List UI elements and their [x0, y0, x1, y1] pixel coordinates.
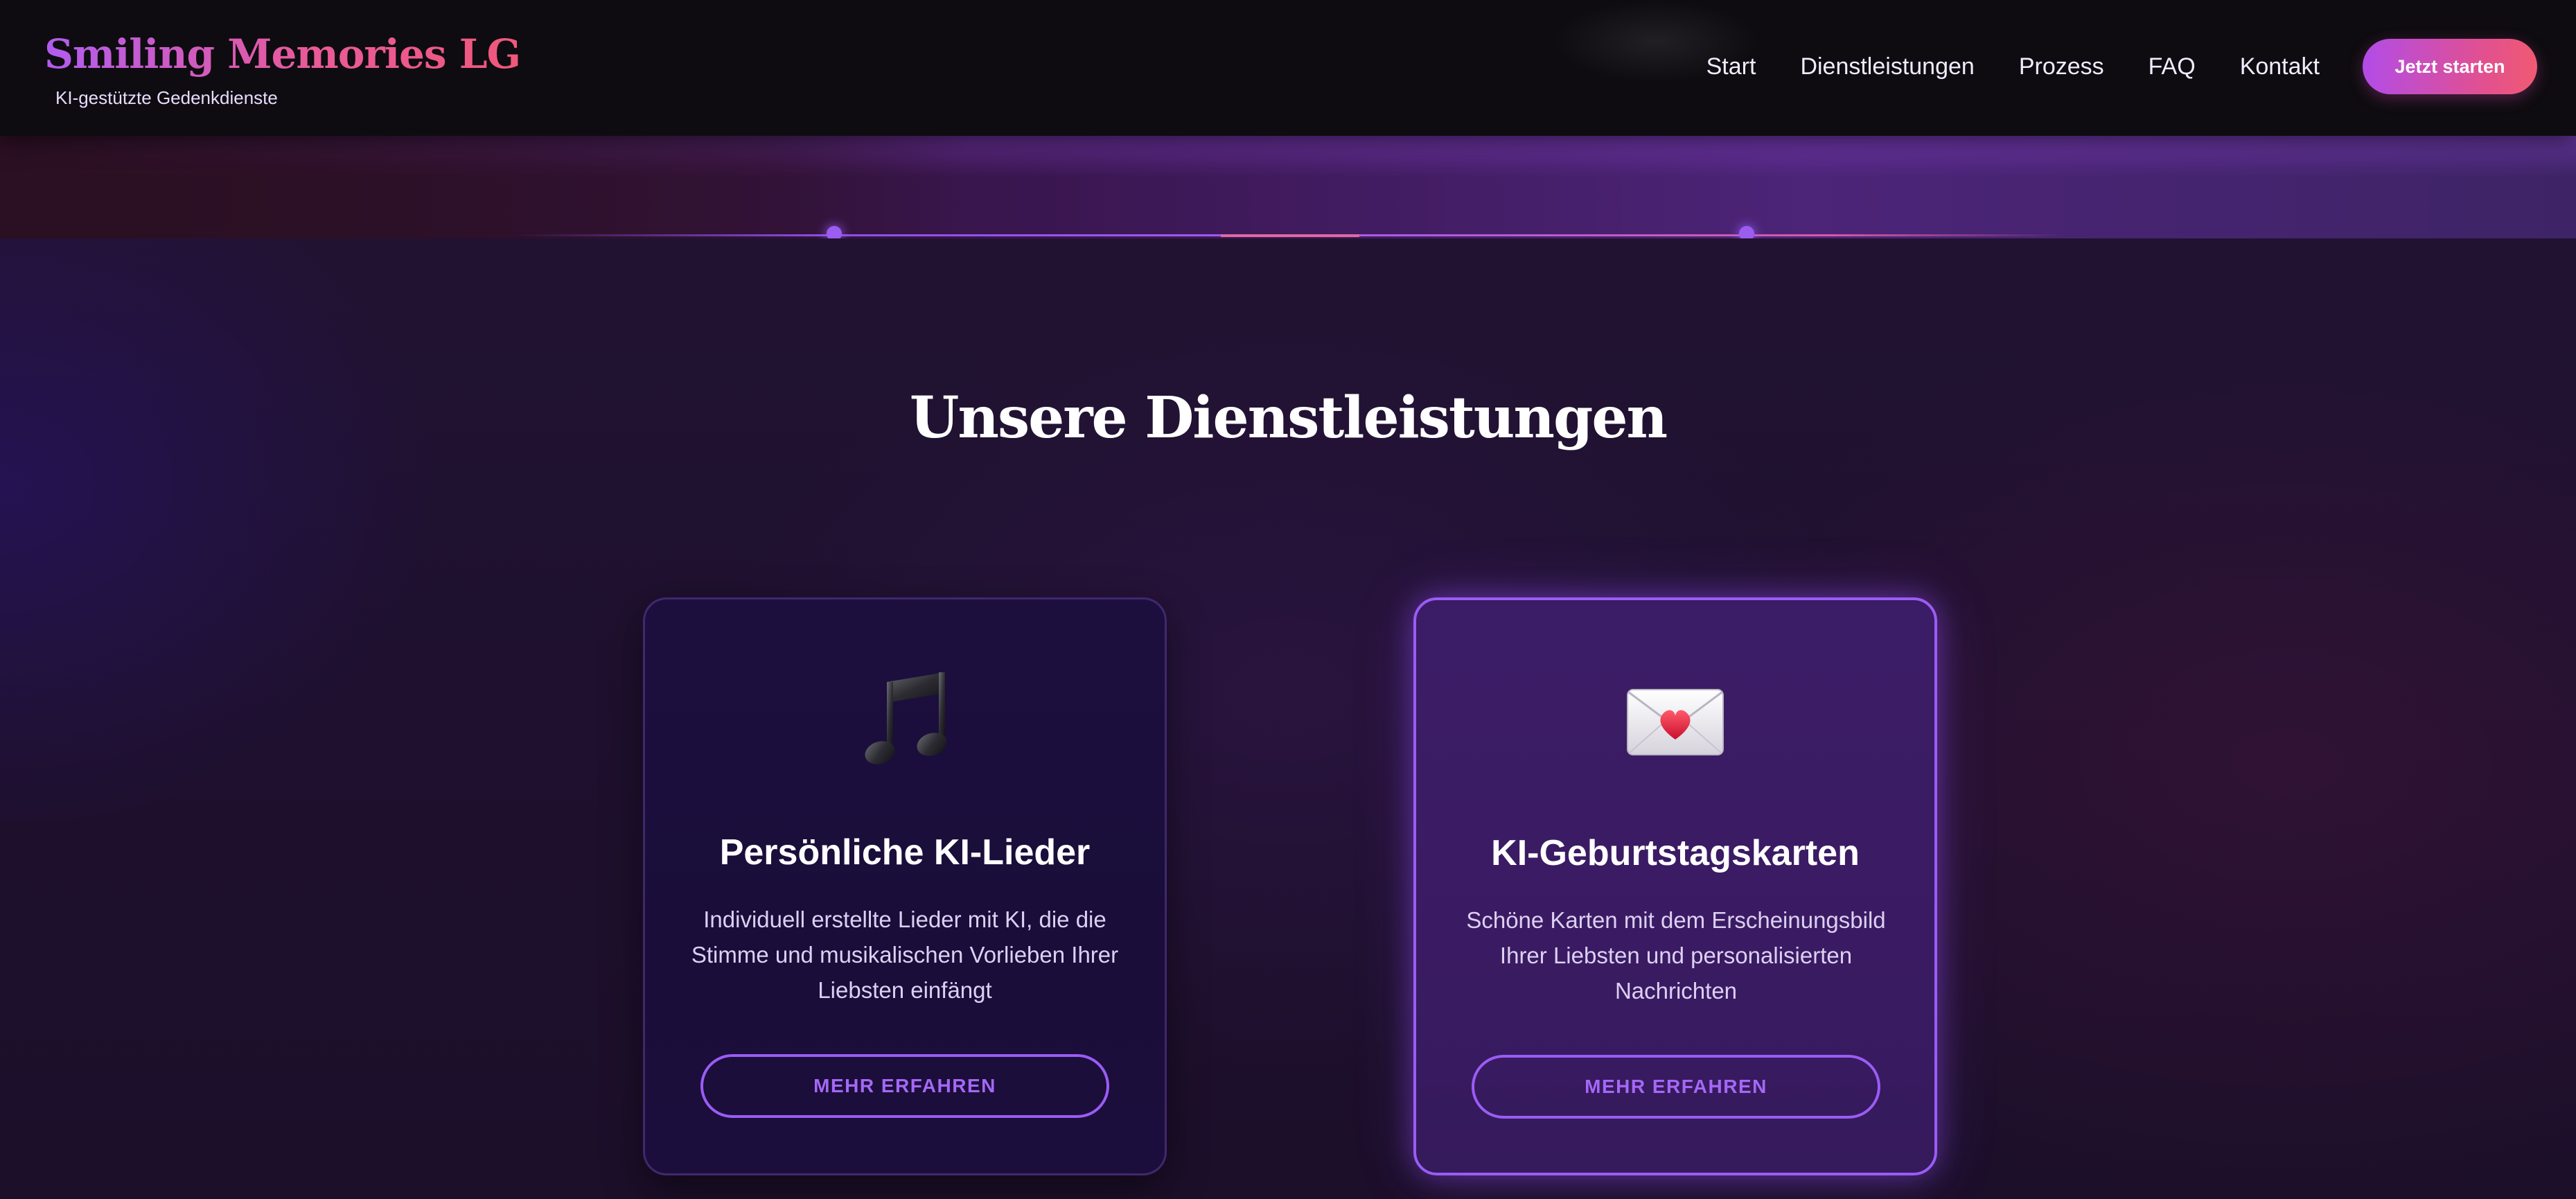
brand-logo-title[interactable]: Smiling Memories LG: [44, 26, 521, 82]
learn-more-button[interactable]: MEHR ERFAHREN: [700, 1054, 1109, 1118]
card-description: Schöne Karten mit dem Erscheinungsbild I…: [1466, 907, 1886, 1004]
brand-tagline: KI-gestützte Gedenkdienste: [55, 87, 278, 108]
hero-strip-shade: [0, 136, 970, 238]
main-nav: Start Dienstleistungen Prozess FAQ Konta…: [1706, 49, 2320, 85]
hero-glow-dot: [1739, 226, 1754, 238]
card-title: Persönliche KI-Lieder: [719, 832, 1091, 873]
service-card-ki-geburtstagskarten: KI-Geburtstagskarten Schöne Karten mit d…: [1413, 597, 1937, 1175]
music-notes-icon: [645, 666, 1165, 777]
nav-link-kontakt[interactable]: Kontakt: [2240, 53, 2320, 80]
get-started-button[interactable]: Jetzt starten: [2363, 39, 2537, 94]
services-section-title: Unsere Dienstleistungen: [909, 385, 1668, 451]
nav-link-dienstleistungen[interactable]: Dienstleistungen: [1800, 53, 1974, 80]
site-header: Smiling Memories LG KI-gestützte Gedenkd…: [0, 0, 2576, 136]
hero-glow-dot: [827, 226, 842, 238]
nav-link-start[interactable]: Start: [1706, 53, 1756, 80]
heart-envelope-icon: [1416, 667, 1934, 778]
hero-divider-accent: [1221, 234, 1359, 237]
card-description: Individuell erstellte Lieder mit KI, die…: [691, 907, 1119, 1003]
service-card-ki-lieder: Persönliche KI-Lieder Individuell erstel…: [643, 597, 1167, 1175]
card-title: KI-Geburtstagskarten: [1491, 833, 1860, 873]
nav-link-faq[interactable]: FAQ: [2149, 53, 2196, 80]
hero-bottom-strip: [0, 136, 2576, 238]
nav-link-prozess[interactable]: Prozess: [2019, 53, 2104, 80]
learn-more-button[interactable]: MEHR ERFAHREN: [1472, 1055, 1880, 1119]
